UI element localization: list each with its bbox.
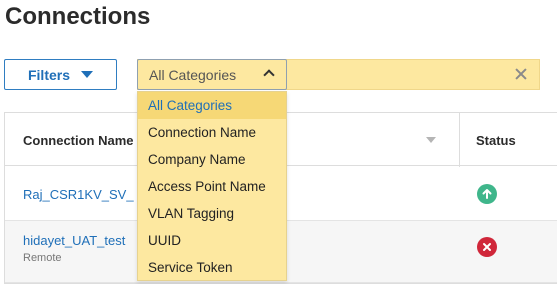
category-select-value: All Categories <box>149 66 237 83</box>
connection-name-link[interactable]: Raj_CSR1KV_SV_ <box>23 187 134 202</box>
dropdown-option-all-categories[interactable]: All Categories <box>138 92 286 119</box>
filters-label: Filters <box>27 66 70 83</box>
caret-down-icon <box>81 71 93 78</box>
category-select[interactable]: All Categories <box>137 59 287 90</box>
dropdown-option-uuid[interactable]: UUID <box>138 227 286 254</box>
dropdown-option-service-token[interactable]: Service Token <box>138 254 286 281</box>
status-error-icon <box>477 237 497 257</box>
status-up-icon <box>477 184 497 204</box>
dropdown-option-access-point-name[interactable]: Access Point Name <box>138 173 286 200</box>
column-header-connection-name[interactable]: Connection Name <box>23 133 134 148</box>
dropdown-option-vlan-tagging[interactable]: VLAN Tagging <box>138 200 286 227</box>
page-title: Connections <box>5 3 151 30</box>
connection-name-link[interactable]: hidayet_UAT_test <box>23 233 125 248</box>
chevron-up-icon <box>263 69 275 81</box>
category-dropdown-menu: All Categories Connection Name Company N… <box>137 91 287 281</box>
filters-button[interactable]: Filters <box>4 59 117 90</box>
dropdown-option-connection-name[interactable]: Connection Name <box>138 119 286 146</box>
column-header-status[interactable]: Status <box>476 133 516 148</box>
sort-caret-icon[interactable] <box>426 137 436 143</box>
dropdown-option-company-name[interactable]: Company Name <box>138 146 286 173</box>
clear-search-icon[interactable] <box>514 67 528 81</box>
connection-type-label: Remote <box>23 252 62 264</box>
